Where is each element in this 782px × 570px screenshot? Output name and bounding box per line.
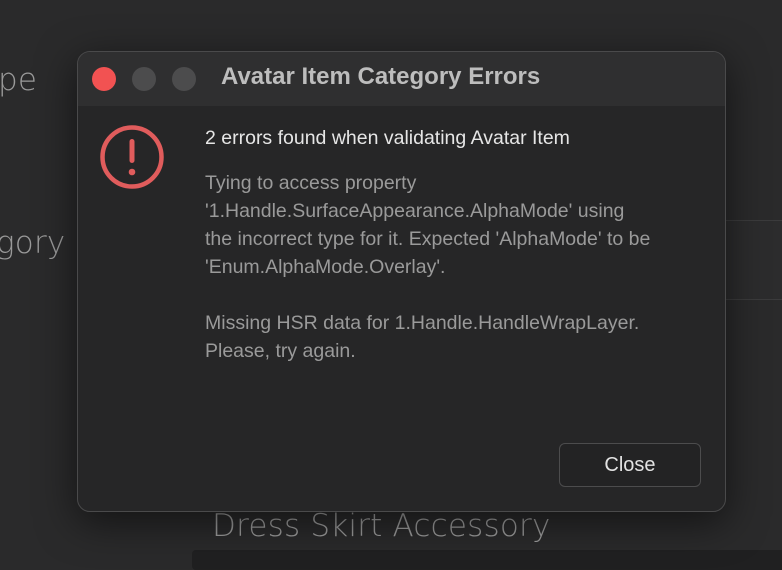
- error-summary-heading: 2 errors found when validating Avatar It…: [205, 127, 570, 149]
- error-message-line: 'Enum.AlphaMode.Overlay'.: [205, 256, 446, 278]
- close-button[interactable]: Close: [559, 443, 701, 487]
- error-message-line: the incorrect type for it. Expected 'Alp…: [205, 228, 651, 250]
- error-message-line: Please, try again.: [205, 340, 356, 362]
- dialog-titlebar[interactable]: Avatar Item Category Errors: [78, 52, 725, 106]
- minimize-window-button: [132, 67, 156, 91]
- zoom-window-button: [172, 67, 196, 91]
- error-dialog: Avatar Item Category Errors 2 errors fou…: [77, 51, 726, 512]
- close-window-button[interactable]: [92, 67, 116, 91]
- background-label-category: gory: [0, 225, 66, 261]
- error-exclamation-icon: [100, 125, 164, 189]
- error-message-line: Missing HSR data for 1.Handle.HandleWrap…: [205, 312, 640, 334]
- error-message-line: '1.Handle.SurfaceAppearance.AlphaMode' u…: [205, 200, 625, 222]
- error-message-1: Tying to access property '1.Handle.Surfa…: [205, 169, 705, 281]
- dialog-title: Avatar Item Category Errors: [221, 63, 541, 90]
- background-input-field: [192, 550, 782, 570]
- background-label-type: pe: [0, 62, 38, 98]
- error-message-2: Missing HSR data for 1.Handle.HandleWrap…: [205, 309, 705, 365]
- background-label-accessory: Dress Skirt Accessory: [212, 508, 551, 544]
- error-message-line: Tying to access property: [205, 172, 417, 194]
